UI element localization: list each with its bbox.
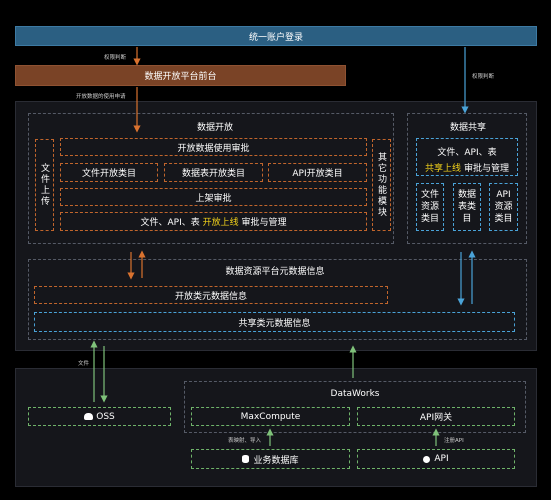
arrow-layer xyxy=(90,47,476,446)
